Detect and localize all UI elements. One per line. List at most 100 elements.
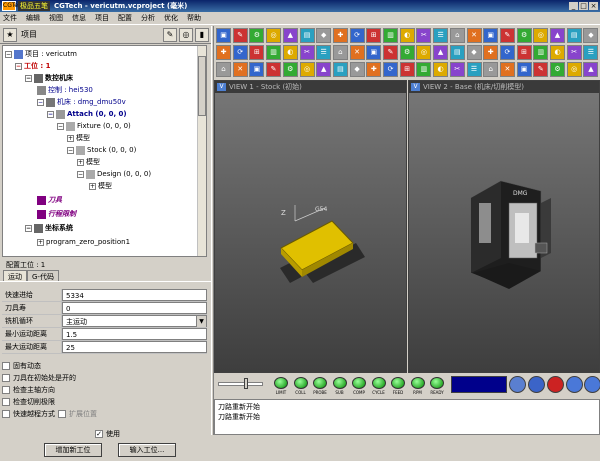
view-2[interactable]: V VIEW 2 - Base (机床/切削模型) DMG: [408, 80, 600, 373]
toolbar-tool-icon[interactable]: ◆: [466, 45, 482, 60]
toolbar-tool-icon[interactable]: ✂: [566, 45, 582, 60]
toolbar-tool-icon[interactable]: ◐: [282, 45, 298, 60]
menu-info[interactable]: 信息: [72, 13, 86, 23]
status-led-icon[interactable]: [371, 377, 386, 389]
log-panel[interactable]: 刀路重新开始 刀路重新开始: [214, 399, 600, 435]
tree-node[interactable]: − 数控机床: [25, 72, 73, 84]
max-distance-field[interactable]: 25: [62, 341, 207, 353]
toolbar-tool-icon[interactable]: ✎: [232, 28, 248, 43]
toolbar-tool-icon[interactable]: ▣: [249, 62, 265, 77]
scroll-thumb[interactable]: [198, 56, 206, 116]
toolbar-tool-icon[interactable]: ◐: [433, 62, 449, 77]
close-button[interactable]: ×: [589, 2, 598, 10]
toolbar-tool-icon[interactable]: ✕: [499, 62, 515, 77]
toolbar-tool-icon[interactable]: ✚: [332, 28, 348, 43]
menu-view[interactable]: 视图: [49, 13, 63, 23]
toolbar-tool-icon[interactable]: ◎: [299, 62, 315, 77]
checkbox[interactable]: [2, 374, 10, 382]
toolbar-tool-icon[interactable]: ▤: [332, 62, 348, 77]
play-to-end-button[interactable]: [584, 376, 600, 393]
toolbar-tool-icon[interactable]: ☰: [583, 45, 599, 60]
toolbar-tool-icon[interactable]: ⚙: [399, 45, 415, 60]
checkbox-row[interactable]: 检查主轴方向: [2, 384, 207, 396]
tree-scrollbar[interactable]: [197, 46, 206, 256]
status-led-icon[interactable]: [293, 377, 308, 389]
chevron-down-icon[interactable]: ▼: [196, 316, 206, 327]
toolbar-tool-icon[interactable]: ☰: [433, 28, 449, 43]
status-led-icon[interactable]: [391, 377, 405, 389]
toolbar-tool-icon[interactable]: ✚: [483, 45, 499, 60]
tree-globe-icon[interactable]: ◎: [179, 27, 193, 42]
toolbar-tool-icon[interactable]: ⟳: [383, 62, 398, 77]
toolbar-tool-icon[interactable]: ◆: [583, 28, 599, 43]
toolbar-tool-icon[interactable]: ▣: [516, 62, 532, 77]
play-button[interactable]: [566, 376, 583, 393]
toolbar-tool-icon[interactable]: ▥: [266, 45, 282, 60]
toolbar-tool-icon[interactable]: ▲: [583, 62, 599, 77]
toolbar-tool-icon[interactable]: ⌂: [216, 62, 231, 77]
toolbar-tool-icon[interactable]: ⚙: [282, 62, 298, 77]
menu-project[interactable]: 项目: [95, 13, 109, 23]
toolbar-tool-icon[interactable]: ✚: [366, 62, 382, 77]
toolbar-tool-icon[interactable]: ⊞: [249, 45, 265, 60]
checkbox[interactable]: [2, 410, 10, 418]
toolbar-tool-icon[interactable]: ◎: [533, 28, 549, 43]
toolbar-tool-icon[interactable]: ⟳: [499, 45, 515, 60]
toolbar-tool-icon[interactable]: ⊞: [516, 45, 532, 60]
cycle-select[interactable]: 主运动 ▼: [62, 315, 207, 327]
checkbox-row[interactable]: 快速越程方式 扩展位置: [2, 408, 207, 420]
status-led-icon[interactable]: [313, 377, 327, 389]
status-led-icon[interactable]: [274, 377, 288, 389]
toolbar-tool-icon[interactable]: ▤: [566, 28, 582, 43]
tree-tool-icon[interactable]: ▮: [195, 27, 209, 42]
menu-analysis[interactable]: 分析: [141, 13, 155, 23]
tree-node[interactable]: − 工位 : 1: [15, 60, 51, 72]
toolbar-tool-icon[interactable]: ☰: [316, 45, 332, 60]
checkbox[interactable]: [2, 386, 10, 394]
view-1-canvas[interactable]: Z G54: [215, 93, 407, 373]
toolbar-tool-icon[interactable]: ▥: [533, 45, 549, 60]
tree-node[interactable]: − Attach (0, 0, 0): [47, 108, 127, 120]
toolbar-tool-icon[interactable]: ✂: [299, 45, 315, 60]
checkbox[interactable]: [58, 410, 66, 418]
checkbox-row[interactable]: 固有动态: [2, 360, 207, 372]
toolbar-tool-icon[interactable]: ⌂: [449, 28, 465, 43]
toolbar-tool-icon[interactable]: ✎: [266, 62, 282, 77]
status-led-icon[interactable]: [410, 377, 425, 389]
min-distance-field[interactable]: 1.5: [62, 328, 207, 340]
toolbar-tool-icon[interactable]: ⊞: [366, 28, 382, 43]
toolbar-tool-icon[interactable]: ▲: [316, 62, 332, 77]
tree-node[interactable]: + 模型: [77, 156, 100, 168]
toolbar-tool-icon[interactable]: ▤: [449, 45, 465, 60]
toolbar-tool-icon[interactable]: ⊞: [399, 62, 415, 77]
toolbar-tool-icon[interactable]: ⟳: [232, 45, 248, 60]
tab-gcode[interactable]: G-代码: [27, 270, 59, 281]
tree-node[interactable]: 控制 : hei530: [37, 84, 93, 96]
toolbar-tool-icon[interactable]: ▣: [216, 28, 231, 43]
toolbar-tool-icon[interactable]: ✕: [466, 28, 482, 43]
toolbar-tool-icon[interactable]: ◆: [349, 62, 365, 77]
menu-file[interactable]: 文件: [3, 13, 17, 23]
view-1[interactable]: V VIEW 1 - Stock (初始) Z G54: [214, 80, 407, 373]
tree-node[interactable]: − 项目 : vericutm: [5, 48, 77, 60]
tree-node[interactable]: + 模型: [89, 180, 112, 192]
speed-slider[interactable]: [218, 382, 263, 386]
status-led-icon[interactable]: [430, 377, 444, 389]
tab-motion[interactable]: 运动: [3, 270, 27, 281]
toolbar-tool-icon[interactable]: ◎: [266, 28, 282, 43]
tree-node[interactable]: − Design (0, 0, 0): [77, 168, 151, 180]
toolbar-tool-icon[interactable]: ☰: [466, 62, 482, 77]
maximize-button[interactable]: □: [579, 2, 588, 10]
toolbar-tool-icon[interactable]: ◐: [399, 28, 415, 43]
toolbar-tool-icon[interactable]: ⌂: [332, 45, 348, 60]
view-2-canvas[interactable]: DMG: [409, 93, 600, 373]
checkbox-row[interactable]: 刀具在初始处是开的: [2, 372, 207, 384]
add-setup-button[interactable]: 增加新工位: [44, 443, 102, 457]
stop-button[interactable]: [547, 376, 564, 393]
tree-node[interactable]: − Stock (0, 0, 0): [67, 144, 136, 156]
toolbar-tool-icon[interactable]: ◐: [550, 45, 565, 60]
step-button[interactable]: [528, 376, 545, 393]
checkbox[interactable]: [2, 398, 10, 406]
toolbar-tool-icon[interactable]: ✚: [216, 45, 231, 60]
menu-edit[interactable]: 编辑: [26, 13, 40, 23]
